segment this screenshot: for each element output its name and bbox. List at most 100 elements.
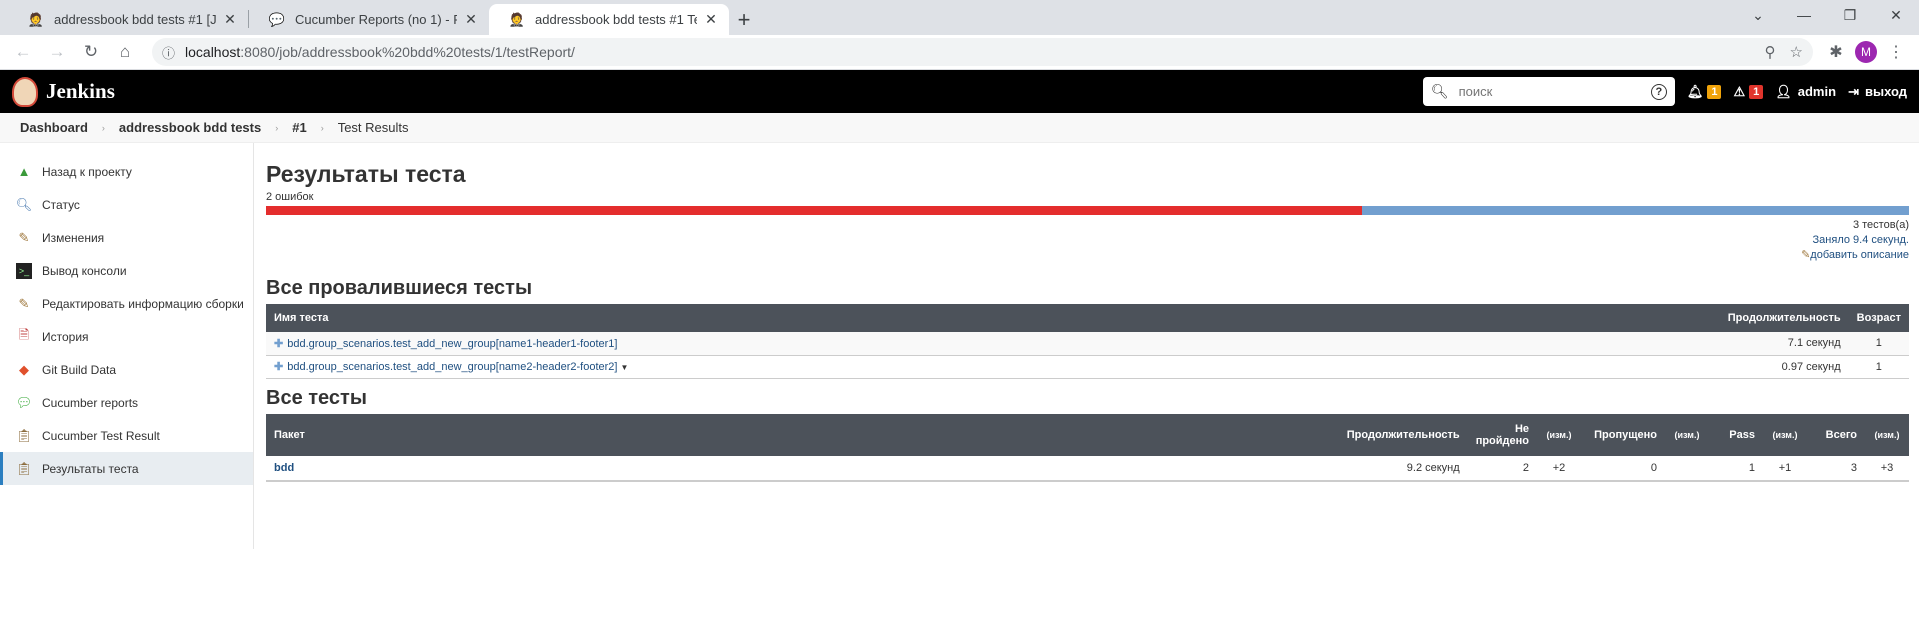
url-text[interactable]: localhost:8080/job/addressbook%20bdd%20t… [185,44,1751,60]
expand-icon[interactable]: ✚ [274,361,283,373]
sidebar-item-cucumber-reports[interactable]: 💬︎ Cucumber reports [0,386,253,419]
column-header-duration[interactable]: Продолжительность [1337,413,1468,456]
column-header-name[interactable]: Имя теста [266,304,1699,332]
sidebar-item-back-to-project[interactable]: ▲ Назад к проекту [0,155,253,188]
column-header-skipped-diff[interactable]: (изм.) [1665,413,1709,456]
notifications-button[interactable]: 🔔︎ 1 [1687,84,1722,100]
back-icon[interactable]: ← [8,37,38,67]
package-skipped: 0 [1581,455,1665,482]
sidebar-item-history[interactable]: 🗎 История [0,320,253,353]
expand-icon[interactable]: ✚ [274,338,283,350]
page-title: Результаты теста [266,161,466,187]
reload-icon[interactable]: ↻ [76,37,106,67]
package-link[interactable]: bdd [274,462,294,474]
all-tests-heading: Все тесты [266,386,367,409]
close-icon[interactable]: ✕ [703,11,719,28]
sidebar-item-label: Cucumber reports [42,395,139,410]
bookmark-star-icon[interactable]: ☆ [1790,43,1803,61]
breadcrumb-project[interactable]: addressbook bdd tests [119,120,261,135]
user-link[interactable]: 👤︎ admin [1775,84,1836,100]
profile-button[interactable]: M [1851,37,1881,67]
close-icon[interactable]: ✕ [222,11,238,28]
sidebar-item-test-results[interactable]: 📋︎ Результаты теста [0,452,253,485]
sidebar-item-cucumber-test-result[interactable]: 📋︎ Cucumber Test Result [0,419,253,452]
column-header-duration[interactable]: Продолжительность [1698,304,1849,332]
home-icon[interactable]: ⌂ [110,37,140,67]
test-duration: 7.1 секунд [1698,332,1849,356]
jenkins-logo[interactable]: Jenkins [12,76,115,107]
extensions-icon[interactable]: ✱ [1821,37,1851,67]
close-icon[interactable]: ✕ [463,11,479,28]
failed-test-link[interactable]: bdd.group_scenarios.test_add_new_group[n… [287,338,617,350]
test-duration: 0.97 секунд [1698,355,1849,379]
user-icon: 👤︎ [1775,83,1792,99]
warnings-button[interactable]: ⚠︎ 1 [1733,84,1764,100]
logout-icon: ⇥ [1848,83,1859,99]
failed-tests-table: Имя теста Продолжительность Возраст ✚ bdd… [266,304,1909,379]
sidebar-item-changes[interactable]: ✎ Изменения [0,221,253,254]
breadcrumb-dashboard[interactable]: Dashboard [20,120,88,135]
column-header-total-diff[interactable]: (изм.) [1865,413,1909,456]
avatar: M [1855,41,1877,63]
sidebar-item-label: Вывод консоли [42,263,127,278]
address-bar[interactable]: ⓘ localhost:8080/job/addressbook%20bdd%2… [152,38,1813,66]
column-header-failed-diff[interactable]: (изм.) [1537,413,1581,456]
breadcrumb-build[interactable]: #1 [292,120,306,135]
new-tab-button[interactable]: + [729,4,759,35]
sidebar-item-label: Cucumber Test Result [42,428,160,443]
column-header-skipped[interactable]: Пропущено [1581,413,1665,456]
minimize-icon[interactable]: — [1781,0,1827,30]
browser-tab-active[interactable]: 🤵 addressbook bdd tests #1 Test Results … [489,4,729,35]
search-input[interactable] [1458,84,1651,99]
column-header-pass-diff[interactable]: (изм.) [1763,413,1807,456]
column-header-total[interactable]: Всего [1807,413,1865,456]
zoom-icon[interactable]: ⚲ [1765,43,1776,61]
restore-icon[interactable]: ❐ [1827,0,1873,30]
main-content: Результаты теста 2 ошибок 3 тестов(а) За… [254,143,1919,549]
browser-toolbar: ← → ↻ ⌂ ⓘ localhost:8080/job/addressbook… [0,35,1919,70]
sidebar-item-edit-build-info[interactable]: ✎ Редактировать информацию сборки [0,287,253,320]
user-name: admin [1797,84,1837,99]
sidebar-item-label: Git Build Data [42,362,117,377]
url-host: localhost [185,44,241,60]
tab-search-icon[interactable]: ⌄ [1735,0,1781,30]
main-area: ▲ Назад к проекту 🔍︎ Статус ✎ Изменения … [0,143,1919,549]
test-age[interactable]: 1 [1848,332,1909,356]
search-icon: 🔍︎ [15,196,33,212]
git-icon: ◆ [19,361,29,377]
duration-link[interactable]: Заняло 9.4 секунд. [1813,234,1909,246]
test-stats: 3 тестов(а) Заняло 9.4 секунд. ✎добавить… [266,218,1909,263]
breadcrumb-chevron-icon[interactable]: › [275,123,278,133]
menu-icon[interactable]: ⋮ [1881,37,1911,67]
breadcrumb-chevron-icon[interactable]: › [102,123,105,133]
test-age[interactable]: 1 [1848,355,1909,379]
jenkins-header: Jenkins 🔍︎ ? 🔔︎ 1 ⚠︎ 1 👤︎ admin ⇥ выход [0,70,1919,113]
sidebar-item-label: Изменения [42,230,105,245]
package-pass: 1 [1709,455,1763,482]
column-header-age[interactable]: Возраст [1848,304,1909,332]
package-skipped-diff [1665,455,1709,482]
sidebar-item-git-build-data[interactable]: ◆ Git Build Data [0,353,253,386]
browser-tab[interactable]: 🤵 addressbook bdd tests #1 [Jenkins] ✕ [8,4,248,35]
breadcrumb-test-results[interactable]: Test Results [338,120,409,135]
table-header-row: Имя теста Продолжительность Возраст [266,304,1909,332]
column-header-failed[interactable]: Не пройдено [1467,413,1537,456]
failed-test-link[interactable]: bdd.group_scenarios.test_add_new_group[n… [287,361,617,373]
breadcrumb-chevron-icon[interactable]: › [321,123,324,133]
add-description-link[interactable]: добавить описание [1810,249,1909,261]
fail-bar-segment [266,206,1362,215]
browser-tab[interactable]: 💬 Cucumber Reports (no 1) - Features ✕ [249,4,489,35]
column-header-pass[interactable]: Pass [1709,413,1763,456]
sidebar-item-status[interactable]: 🔍︎ Статус [0,188,253,221]
warnings-badge: 1 [1749,84,1764,99]
column-header-package[interactable]: Пакет [266,413,1338,456]
site-info-icon[interactable]: ⓘ [162,43,175,62]
window-controls: ⌄ — ❐ ✕ [1735,0,1919,30]
forward-icon[interactable]: → [42,37,72,67]
close-window-icon[interactable]: ✕ [1873,0,1919,30]
help-icon[interactable]: ? [1650,83,1667,100]
logout-link[interactable]: ⇥ выход [1848,84,1907,100]
tab-title: addressbook bdd tests #1 [Jenkins] [54,12,216,27]
sidebar-item-console[interactable]: >_ Вывод консоли [0,254,253,287]
dropdown-arrow-icon[interactable]: ▼ [620,363,628,372]
